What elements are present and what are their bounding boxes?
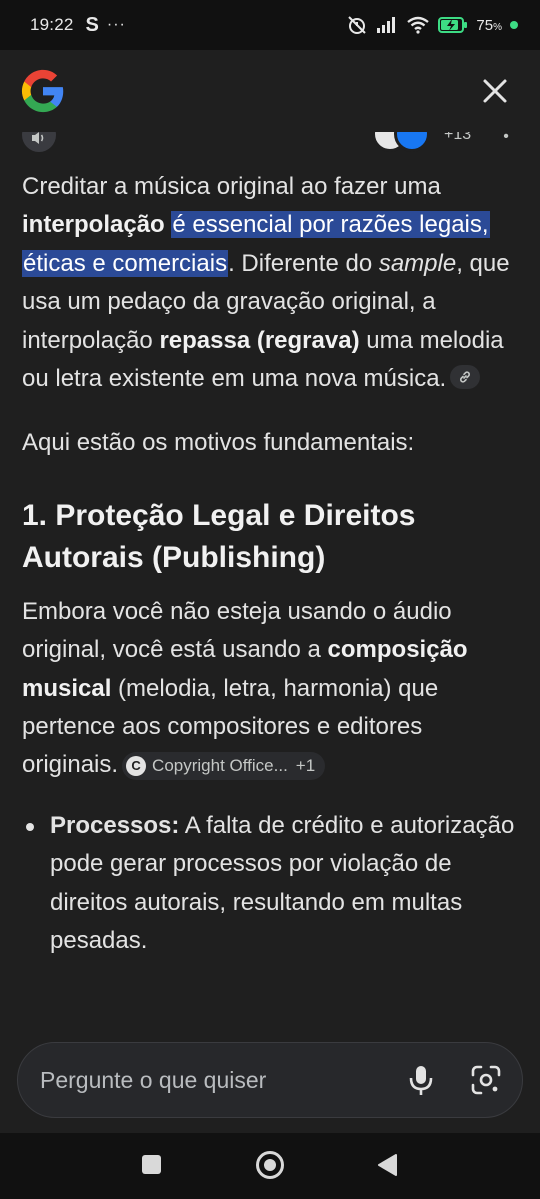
status-icons: 75% <box>346 15 518 35</box>
section-paragraph: Embora você não esteja usando o áudio or… <box>22 597 468 781</box>
source-chip[interactable]: C Copyright Office... +1 <box>122 752 326 781</box>
back-icon[interactable] <box>376 1153 398 1177</box>
prompt-input[interactable]: Pergunte o que quiser <box>17 1042 523 1118</box>
list-item: Processos: A falta de crédito e autoriza… <box>22 807 522 961</box>
prompt-placeholder[interactable]: Pergunte o que quiser <box>40 1067 266 1094</box>
link-icon <box>460 371 471 383</box>
bullet-list: Processos: A falta de crédito e autoriza… <box>22 807 522 961</box>
listen-button[interactable] <box>22 132 56 152</box>
notification-s-icon: S <box>85 13 99 36</box>
status-bar: 19:22 S ··· 75% <box>0 0 540 50</box>
signal-icon <box>377 17 396 33</box>
more-notifications-icon: ··· <box>106 16 126 33</box>
source-chip-count: +1 <box>295 756 316 776</box>
link-chip[interactable] <box>450 365 481 390</box>
source-chip-label: Copyright Office... <box>152 756 288 776</box>
more-options-icon[interactable]: •• <box>502 132 510 145</box>
section-heading: 1. Proteção Legal e Direitos Autorais (P… <box>22 498 416 574</box>
close-icon[interactable] <box>480 76 510 106</box>
more-sources-count[interactable]: +13 <box>444 132 471 144</box>
wifi-icon <box>407 16 430 34</box>
sources-row: +13 •• <box>0 132 540 154</box>
intro-paragraph: Creditar a música original ao fazer uma … <box>22 173 510 393</box>
status-time: 19:22 <box>30 15 74 34</box>
copyright-office-icon: C <box>126 756 147 777</box>
microphone-icon[interactable] <box>406 1063 436 1097</box>
reasons-intro: Aqui estão os motivos fundamentais: <box>22 429 415 457</box>
home-button[interactable] <box>256 1151 284 1179</box>
google-g-icon[interactable] <box>20 68 66 114</box>
app-header <box>0 50 540 132</box>
battery-percentage: 75% <box>476 16 502 34</box>
source-avatars[interactable] <box>372 132 442 152</box>
battery-charging-icon <box>438 17 468 33</box>
speaker-icon <box>32 132 44 144</box>
recents-button[interactable] <box>142 1155 161 1174</box>
system-nav-bar <box>0 1133 540 1199</box>
ai-answer: Creditar a música original ao fazer uma … <box>22 168 522 961</box>
privacy-indicator-dot <box>510 21 518 29</box>
google-lens-icon[interactable] <box>470 1064 502 1096</box>
alarm-off-icon <box>348 16 367 34</box>
